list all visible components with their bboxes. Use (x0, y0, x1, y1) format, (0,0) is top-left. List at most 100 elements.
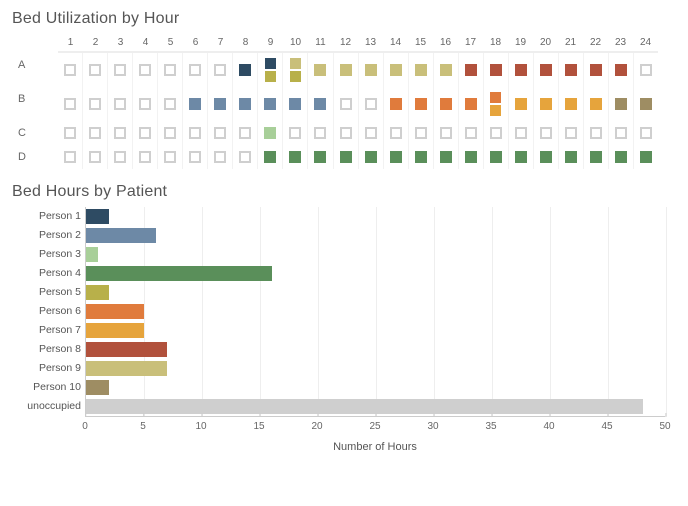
occupancy-chip (164, 98, 176, 110)
occupancy-chip (540, 98, 552, 110)
heatmap-cell (83, 145, 108, 169)
heatmap-cell (258, 121, 283, 145)
occupancy-chip (490, 105, 501, 116)
heatmap-cell (634, 145, 658, 169)
occupancy-chip (515, 127, 527, 139)
heatmap-cell (609, 87, 634, 121)
occupancy-chip (365, 127, 377, 139)
heatmap-row: B (58, 87, 658, 121)
heatmap-row: A (58, 53, 658, 87)
x-tick: 45 (601, 417, 612, 432)
heatmap-cell (308, 145, 333, 169)
heatmap-cell (233, 87, 258, 121)
occupancy-chip (340, 151, 352, 163)
heatmap-cell (108, 121, 133, 145)
occupancy-chip (114, 98, 126, 110)
heatmap-row: C (58, 121, 658, 145)
occupancy-chip (264, 151, 276, 163)
heatmap-cell (83, 121, 108, 145)
heatmap-cell (534, 145, 559, 169)
heatmap-cell (509, 121, 534, 145)
occupancy-chip (214, 127, 226, 139)
occupancy-chip (565, 64, 577, 76)
occupancy-chip (239, 98, 251, 110)
occupancy-chip (314, 64, 326, 76)
occupancy-chip (590, 127, 602, 139)
occupancy-chip (214, 151, 226, 163)
hour-label: 18 (483, 34, 508, 52)
heatmap-cell (133, 87, 158, 121)
heatmap-cell (559, 87, 584, 121)
bar-row: Person 7 (86, 321, 666, 340)
heatmap-cell (559, 145, 584, 169)
heatmap-cell (58, 145, 83, 169)
hour-label: 13 (358, 34, 383, 52)
heatmap-cell (584, 121, 609, 145)
heatmap-cell (108, 87, 133, 121)
occupancy-chip (290, 58, 301, 69)
occupancy-chip (615, 64, 627, 76)
bed-label: C (18, 121, 54, 145)
bar-label: unoccupied (11, 397, 85, 416)
heatmap-cell (409, 121, 434, 145)
occupancy-chip (214, 98, 226, 110)
bars-title: Bed Hours by Patient (12, 183, 678, 201)
heatmap-cell (409, 87, 434, 121)
heatmap-cell (359, 145, 384, 169)
occupancy-chip (189, 64, 201, 76)
heatmap-cell (509, 87, 534, 121)
x-tick: 15 (253, 417, 264, 432)
occupancy-chip (89, 127, 101, 139)
occupancy-chip (415, 64, 427, 76)
bar-label: Person 2 (11, 226, 85, 245)
bar-row: Person 3 (86, 245, 666, 264)
heatmap-cell (434, 53, 459, 87)
occupancy-chip (590, 151, 602, 163)
heatmap-cell (233, 121, 258, 145)
heatmap-cell (283, 53, 308, 87)
heatmap-cell (158, 145, 183, 169)
occupancy-chip (139, 151, 151, 163)
hour-label: 20 (533, 34, 558, 52)
occupancy-chip (189, 127, 201, 139)
occupancy-chip (89, 151, 101, 163)
heatmap-cell (283, 145, 308, 169)
heatmap-cell (233, 145, 258, 169)
x-tick: 0 (82, 417, 88, 432)
bar-label: Person 6 (11, 302, 85, 321)
occupancy-chip (164, 127, 176, 139)
heatmap-cell (183, 145, 208, 169)
heatmap-cell (183, 87, 208, 121)
occupancy-chip (265, 58, 276, 69)
occupancy-chip (340, 127, 352, 139)
occupancy-chip (290, 71, 301, 82)
heatmap-cell (283, 87, 308, 121)
heatmap-cell (308, 53, 333, 87)
occupancy-chip (89, 98, 101, 110)
bar-label: Person 3 (11, 245, 85, 264)
occupancy-chip (114, 127, 126, 139)
bar-label: Person 8 (11, 340, 85, 359)
occupancy-chip (465, 98, 477, 110)
heatmap-cell (158, 87, 183, 121)
heatmap-cell (459, 145, 484, 169)
bar (86, 209, 109, 224)
heatmap-cell (609, 53, 634, 87)
bar (86, 285, 109, 300)
bed-label: A (18, 53, 54, 77)
occupancy-chip (390, 127, 402, 139)
occupancy-chip (365, 64, 377, 76)
x-tick: 30 (427, 417, 438, 432)
occupancy-chip (565, 151, 577, 163)
occupancy-chip (189, 151, 201, 163)
heatmap-cell (409, 53, 434, 87)
heatmap-cell (584, 53, 609, 87)
heatmap-cell (58, 53, 83, 87)
heatmap-cell (258, 53, 283, 87)
heatmap-cell (609, 121, 634, 145)
bar-label: Person 9 (11, 359, 85, 378)
heatmap-cell (434, 121, 459, 145)
occupancy-chip (265, 71, 276, 82)
heatmap-cell (58, 87, 83, 121)
occupancy-chip (440, 64, 452, 76)
